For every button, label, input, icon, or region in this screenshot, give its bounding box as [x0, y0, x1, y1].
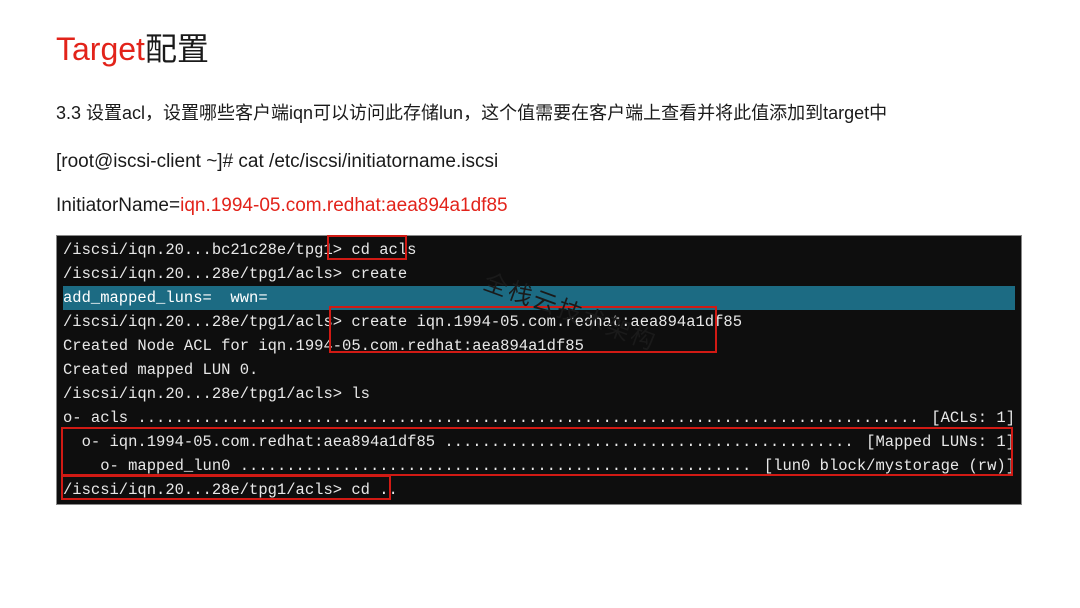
- terminal-screenshot: /iscsi/iqn.20...bc21c28e/tpg1> cd acls /…: [56, 235, 1022, 505]
- term-line-2: /iscsi/iqn.20...28e/tpg1/acls> create: [63, 262, 1015, 286]
- term-line-1: /iscsi/iqn.20...bc21c28e/tpg1> cd acls: [63, 238, 1015, 262]
- section-description: 3.3 设置acl，设置哪些客户端iqn可以访问此存储lun，这个值需要在客户端…: [56, 100, 1024, 127]
- title-red: Target: [56, 31, 145, 67]
- title-black: 配置: [145, 31, 209, 67]
- term-line-6: Created mapped LUN 0.: [63, 358, 1015, 382]
- term-line-4: /iscsi/iqn.20...28e/tpg1/acls> create iq…: [63, 310, 1015, 334]
- initiator-name: InitiatorName=iqn.1994-05.com.redhat:aea…: [56, 195, 1024, 217]
- page-title: Target配置: [56, 24, 1024, 70]
- term-cmd-create-iqn: create iqn.1994-05.com.redhat:aea894a1df…: [342, 313, 742, 331]
- term-line-11: /iscsi/iqn.20...28e/tpg1/acls> cd ..: [63, 478, 1015, 502]
- shell-command: [root@iscsi-client ~]# cat /etc/iscsi/in…: [56, 151, 1024, 173]
- term-ls-mapped-lun: o- mapped_lun0 [lun0 block/mystorage (rw…: [63, 454, 1015, 478]
- term-cmd-cd-acls: cd acls: [342, 241, 426, 259]
- term-line-5: Created Node ACL for iqn.1994-05.com.red…: [63, 334, 1015, 358]
- term-line-3-highlight: add_mapped_luns= wwn=: [63, 286, 1015, 310]
- term-ls-acls: o- acls [ACLs: 1]: [63, 406, 1015, 430]
- initiator-label: InitiatorName=: [56, 195, 180, 216]
- term-ls-iqn: o- iqn.1994-05.com.redhat:aea894a1df85 […: [63, 430, 1015, 454]
- initiator-value: iqn.1994-05.com.redhat:aea894a1df85: [180, 195, 507, 216]
- term-line-7: /iscsi/iqn.20...28e/tpg1/acls> ls: [63, 382, 1015, 406]
